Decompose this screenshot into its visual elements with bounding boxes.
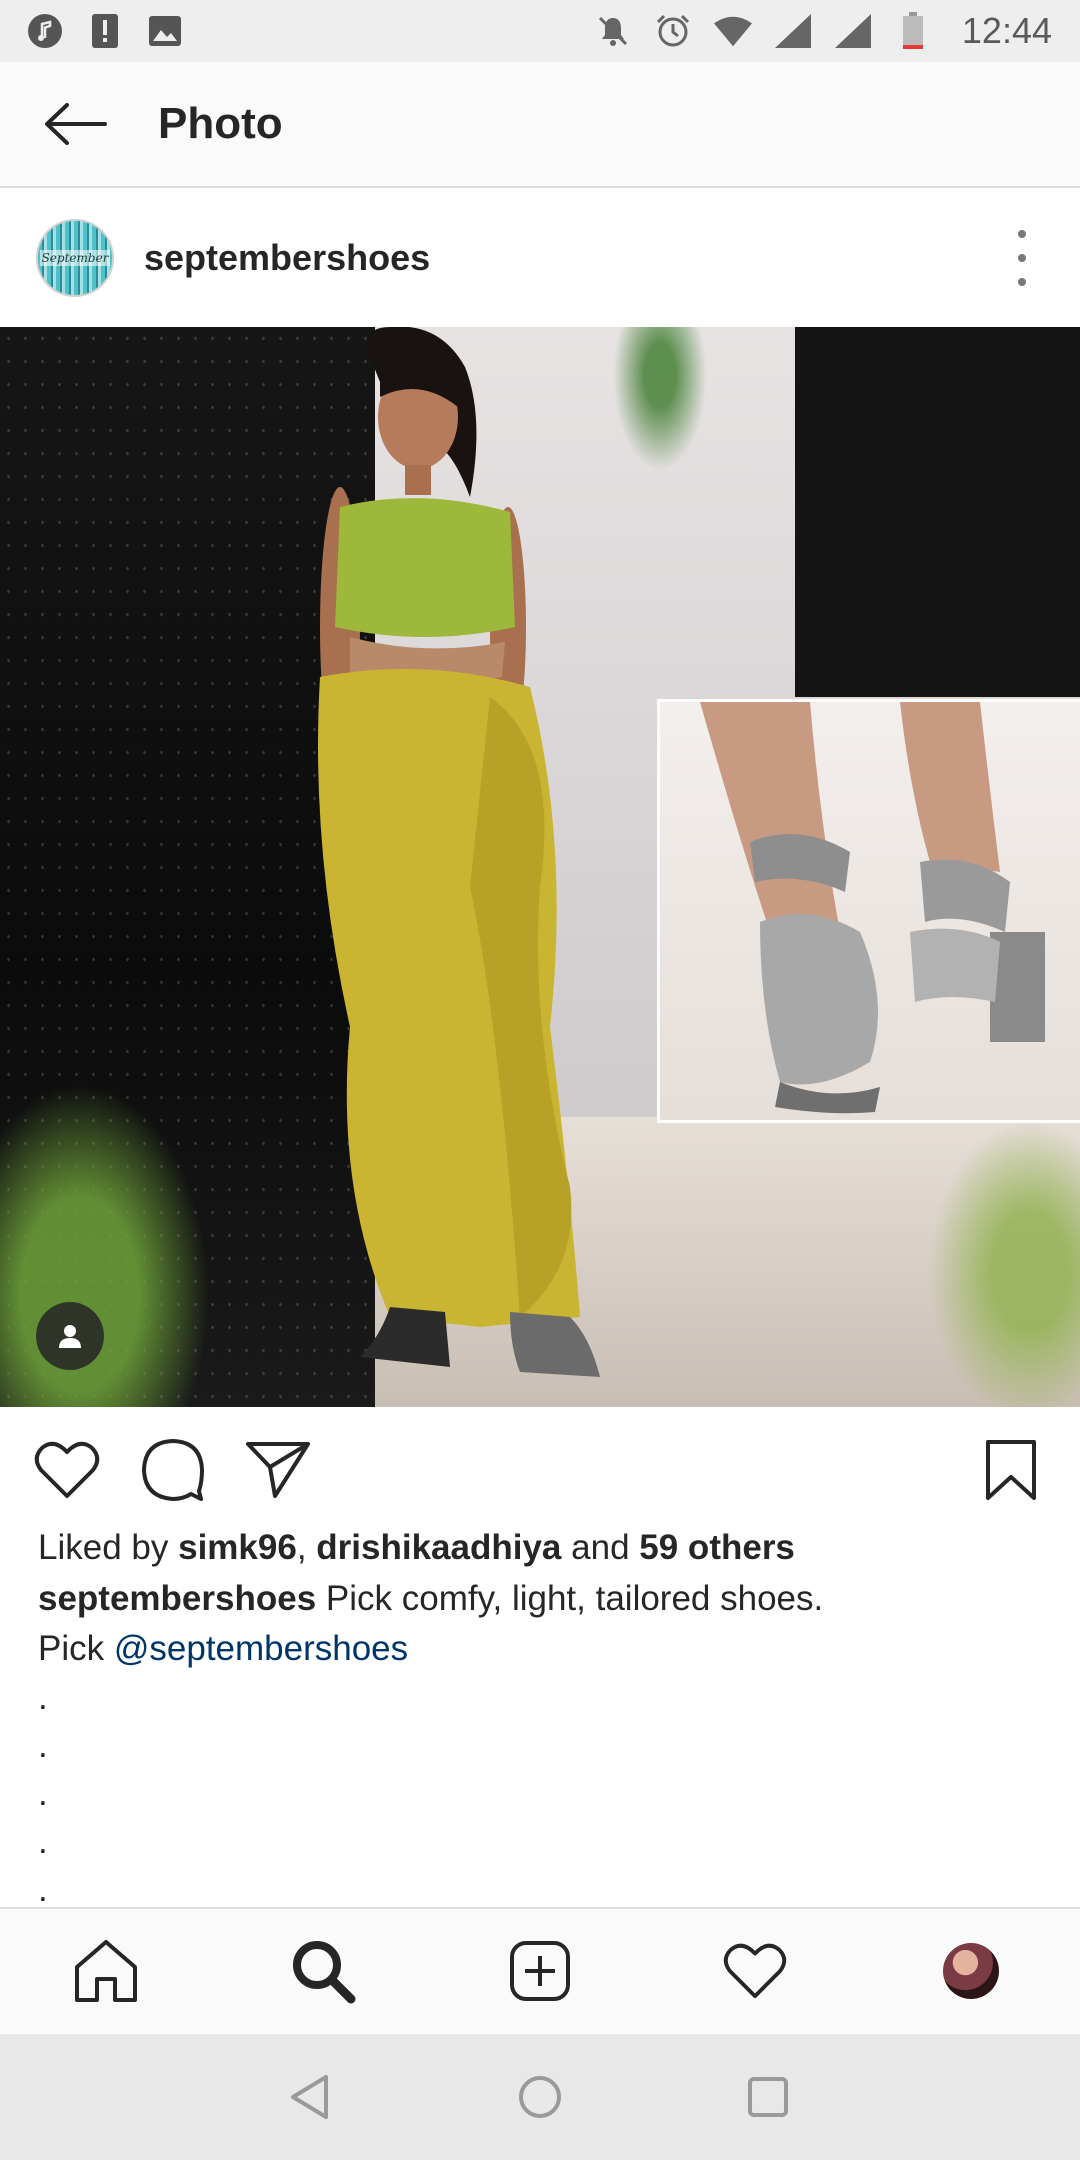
system-recents-button[interactable] — [738, 2067, 798, 2127]
post-caption: Liked by simk96, drishikaadhiya and 59 o… — [38, 1522, 1038, 1914]
wifi-icon — [713, 12, 752, 50]
shoe-figure — [700, 702, 1045, 1114]
system-back-button[interactable] — [280, 2067, 340, 2127]
add-post-icon — [510, 1941, 570, 2001]
caption-line-1: septembershoes Pick comfy, light, tailor… — [38, 1574, 1038, 1624]
caption-dot: . — [38, 1774, 48, 1813]
person-icon — [59, 1325, 81, 1348]
arrow-left-icon — [45, 103, 107, 145]
heart-icon — [34, 1441, 100, 1498]
post-avatar[interactable]: September — [36, 219, 114, 297]
caption-dot: . — [38, 1822, 48, 1861]
post-photo[interactable] — [0, 327, 1080, 1407]
liked-by-user-2[interactable]: drishikaadhiya — [316, 1528, 561, 1567]
comment-button[interactable] — [138, 1435, 208, 1505]
activity-heart-icon — [723, 1943, 787, 1999]
tagged-users-button[interactable] — [36, 1302, 104, 1370]
search-icon — [293, 1941, 356, 2004]
post-username[interactable]: septembershoes — [144, 237, 430, 279]
save-button[interactable] — [976, 1435, 1046, 1505]
post-actions — [0, 1407, 1080, 1527]
more-vertical-icon — [1018, 230, 1026, 238]
signal-icon — [774, 12, 812, 50]
page-title: Photo — [158, 99, 283, 148]
caption-dot: . — [38, 1726, 48, 1765]
mute-icon — [594, 12, 632, 50]
back-triangle-icon — [291, 2075, 328, 2119]
home-icon — [75, 1940, 137, 2002]
liked-by-user-1[interactable]: simk96 — [178, 1528, 297, 1567]
system-nav-bar — [0, 2034, 1080, 2160]
signal-icon — [834, 12, 872, 50]
caption-dot: . — [38, 1678, 48, 1717]
recents-square-icon — [748, 2077, 788, 2117]
bottom-nav — [0, 1907, 1080, 2034]
likes-line: Liked by simk96, drishikaadhiya and 59 o… — [38, 1528, 795, 1567]
nav-activity[interactable] — [717, 1933, 793, 2009]
nav-home[interactable] — [68, 1933, 144, 2009]
comment-icon — [142, 1439, 204, 1501]
back-button[interactable] — [20, 61, 130, 187]
nav-search[interactable] — [285, 1933, 361, 2009]
share-button[interactable] — [243, 1435, 313, 1505]
caption-mention[interactable]: @septembershoes — [114, 1629, 408, 1668]
app-bar: Photo — [0, 62, 1080, 188]
home-circle-icon — [519, 2076, 561, 2118]
liked-by-others[interactable]: 59 others — [639, 1528, 795, 1567]
nav-profile[interactable] — [933, 1933, 1009, 2009]
status-bar: 12:44 — [0, 0, 1080, 62]
image-icon — [146, 12, 184, 50]
screen: 12:44 Photo September septembershoes Lik… — [0, 0, 1080, 2160]
shoe-inset-photo — [657, 699, 1080, 1123]
nav-new-post[interactable] — [502, 1933, 578, 2009]
send-icon — [246, 1442, 310, 1498]
alarm-icon — [654, 12, 692, 50]
battery-icon — [894, 12, 932, 50]
more-options-button[interactable] — [1004, 230, 1040, 286]
bookmark-icon — [986, 1440, 1036, 1500]
post-header: September septembershoes — [0, 190, 1080, 326]
alert-icon — [86, 12, 124, 50]
system-home-button[interactable] — [510, 2067, 570, 2127]
like-button[interactable] — [32, 1435, 102, 1505]
caption-username[interactable]: septembershoes — [38, 1579, 316, 1618]
caption-text: Pick comfy, light, tailored shoes. — [325, 1579, 824, 1618]
avatar-logo-text: September — [39, 250, 111, 266]
music-icon — [26, 12, 64, 50]
caption-line-2: Pick @septembershoes — [38, 1629, 409, 1668]
status-time: 12:44 — [961, 10, 1052, 51]
profile-avatar — [943, 1943, 999, 1999]
